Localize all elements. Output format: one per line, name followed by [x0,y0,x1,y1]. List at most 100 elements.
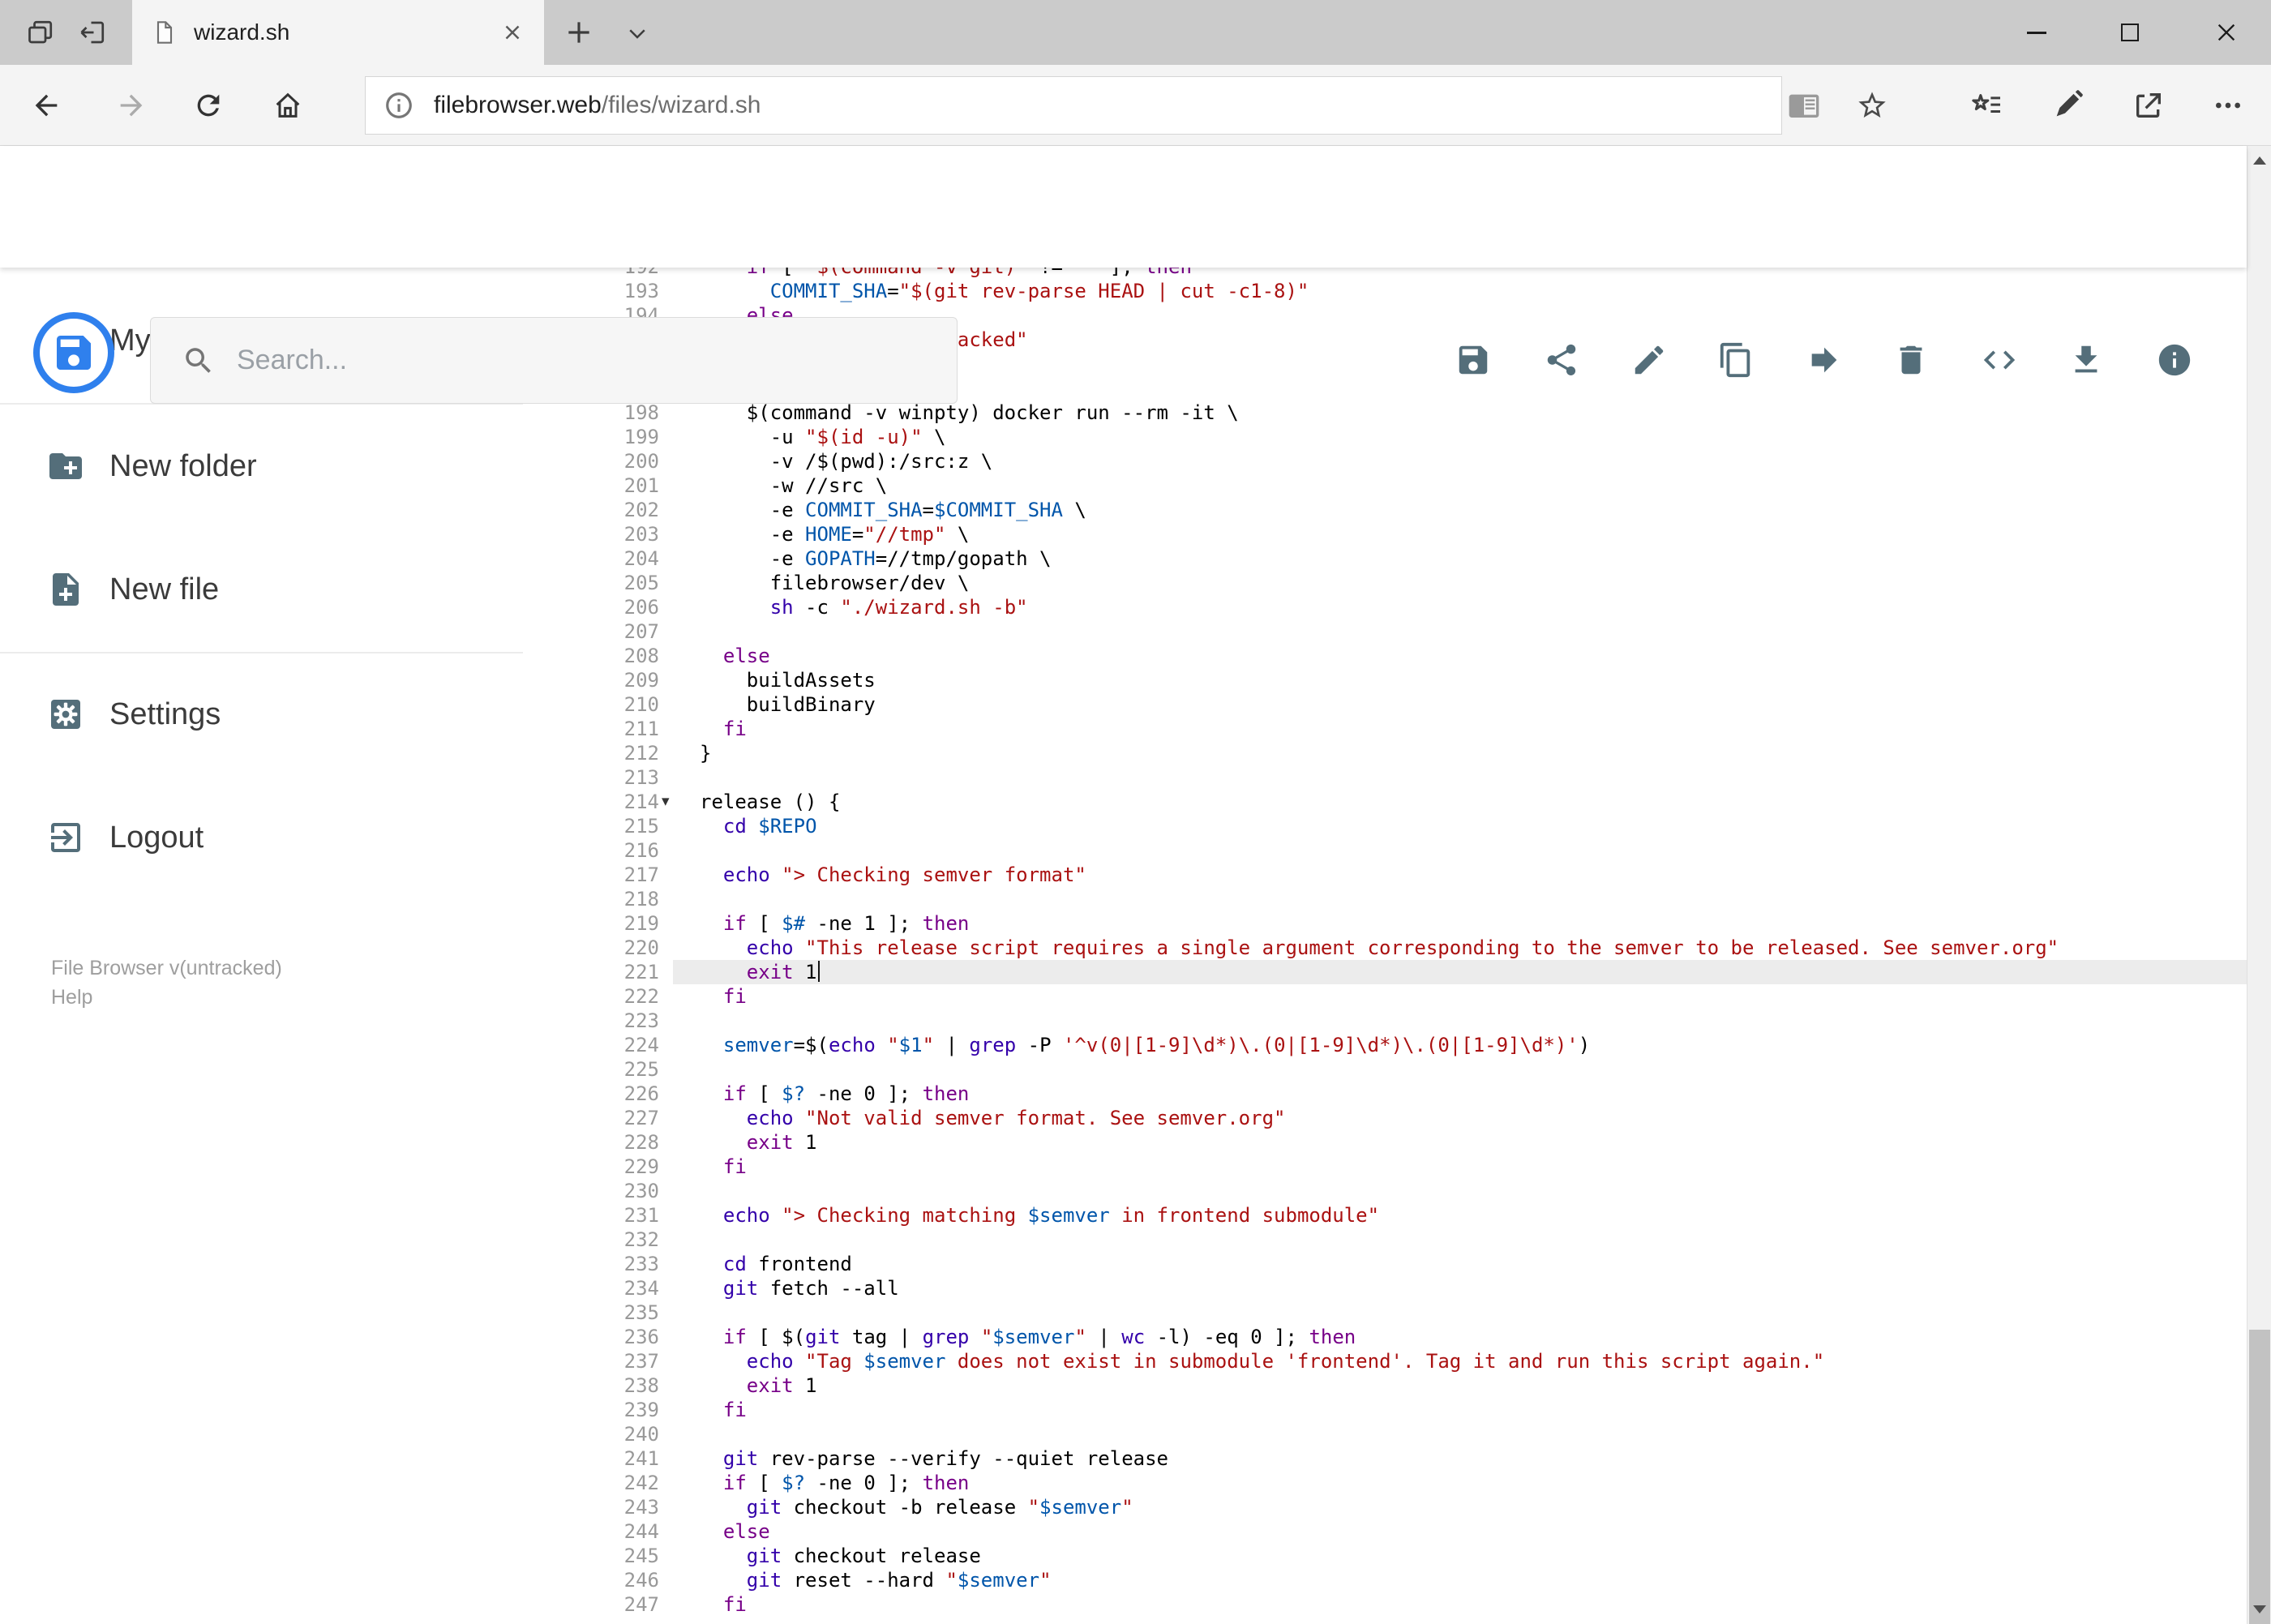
code-line-229[interactable]: 229 fi [523,1155,2247,1179]
code-line-222[interactable]: 222 fi [523,984,2247,1009]
code-line-241[interactable]: 241 git rev-parse --verify --quiet relea… [523,1446,2247,1471]
code-line-214[interactable]: 214 ▾ release () { [523,790,2247,814]
share-button[interactable] [1543,341,1580,379]
set-tabs-aside-icon[interactable] [78,18,107,47]
code-line-198[interactable]: 198 $(command -v winpty) docker run --rm… [523,401,2247,425]
code-line-205[interactable]: 205 filebrowser/dev \ [523,571,2247,595]
window-maximize-button[interactable] [2088,0,2172,65]
sidebar-item-new-folder[interactable]: New folder [0,426,523,507]
code-line-243[interactable]: 243 git checkout -b release "$semver" [523,1495,2247,1519]
code-line-221[interactable]: 221 exit 1 [523,960,2247,984]
reading-view-button[interactable] [1788,89,1820,122]
window-minimize-button[interactable] [1995,0,2079,65]
code-line-242[interactable]: 242 if [ $? -ne 0 ]; then [523,1471,2247,1495]
web-note-pen-button[interactable] [2051,89,2084,122]
home-button[interactable] [272,89,304,122]
code-line-239[interactable]: 239 fi [523,1398,2247,1422]
tabs-set-aside-list-icon[interactable] [26,18,55,47]
help-link[interactable]: Help [51,986,92,1009]
copy-button[interactable] [1717,341,1755,379]
code-line-225[interactable]: 225 [523,1057,2247,1082]
browser-tab[interactable]: wizard.sh [132,0,544,65]
code-line-206[interactable]: 206 sh -c "./wizard.sh -b" [523,595,2247,619]
code-line-234[interactable]: 234 git fetch --all [523,1276,2247,1300]
share-page-button[interactable] [2132,89,2165,122]
code-line-228[interactable]: 228 exit 1 [523,1130,2247,1155]
scroll-down-arrow[interactable] [2247,1595,2271,1624]
back-button[interactable] [30,89,62,122]
code-line-235[interactable]: 235 [523,1300,2247,1325]
address-bar[interactable]: filebrowser.web/files/wizard.sh [365,76,1782,135]
sidebar-item-settings[interactable]: Settings [0,674,523,755]
code-line-245[interactable]: 245 git checkout release [523,1544,2247,1568]
edit-button[interactable] [1630,341,1668,379]
code-line-244[interactable]: 244 else [523,1519,2247,1544]
line-number: 237 [623,1350,659,1373]
code-line-211[interactable]: 211 fi [523,717,2247,741]
forward-button[interactable] [115,89,148,122]
code-line-200[interactable]: 200 -v /$(pwd):/src:z \ [523,449,2247,473]
code-line-207[interactable]: 207 [523,619,2247,644]
search-input[interactable]: Search... [150,317,958,404]
search-icon [186,347,211,373]
save-button[interactable] [1455,341,1492,379]
more-actions-button[interactable] [2212,89,2244,122]
scroll-up-arrow[interactable] [2247,146,2271,175]
page-favicon-icon [156,21,173,44]
code-line-230[interactable]: 230 [523,1179,2247,1203]
code-line-212[interactable]: 212} [523,741,2247,765]
code-line-218[interactable]: 218 [523,887,2247,911]
code-line-204[interactable]: 204 -e GOPATH=//tmp/gopath \ [523,546,2247,571]
code-line-226[interactable]: 226 if [ $? -ne 0 ]; then [523,1082,2247,1106]
page-scrollbar[interactable] [2247,146,2271,1624]
code-line-215[interactable]: 215 cd $REPO [523,814,2247,838]
code-line-220[interactable]: 220 echo "This release script requires a… [523,936,2247,960]
site-info-icon[interactable] [383,90,414,121]
code-line-227[interactable]: 227 echo "Not valid semver format. See s… [523,1106,2247,1130]
code-line-192[interactable]: 192 if [ "$(command -v git)" != "" ]; th… [523,268,2247,279]
code-line-201[interactable]: 201 -w //src \ [523,473,2247,498]
source-code-button[interactable] [1981,341,2018,379]
download-button[interactable] [2067,341,2105,379]
code-line-193[interactable]: 193 COMMIT_SHA="$(git rev-parse HEAD | c… [523,279,2247,303]
code-line-236[interactable]: 236 if [ $(git tag | grep "$semver" | wc… [523,1325,2247,1349]
code-line-203[interactable]: 203 -e HOME="//tmp" \ [523,522,2247,546]
code-line-223[interactable]: 223 [523,1009,2247,1033]
sidebar-item-new-file[interactable]: New file [0,549,523,630]
window-close-button[interactable] [2184,0,2269,65]
refresh-button[interactable] [192,89,225,122]
new-tab-button[interactable] [563,17,594,48]
code-line-202[interactable]: 202 -e COMMIT_SHA=$COMMIT_SHA \ [523,498,2247,522]
code-line-217[interactable]: 217 echo "> Checking semver format" [523,863,2247,887]
code-line-231[interactable]: 231 echo "> Checking matching $semver in… [523,1203,2247,1228]
code-line-213[interactable]: 213 [523,765,2247,790]
hub-favorites-button[interactable] [1972,89,2004,122]
code-line-199[interactable]: 199 -u "$(id -u)" \ [523,425,2247,449]
code-line-247[interactable]: 247 fi [523,1592,2247,1617]
code-line-233[interactable]: 233 cd frontend [523,1252,2247,1276]
info-button[interactable] [2156,341,2193,379]
scrollbar-thumb[interactable] [2249,1330,2270,1624]
tab-preview-chevron-icon[interactable] [623,21,652,45]
code-line-210[interactable]: 210 buildBinary [523,692,2247,717]
code-line-209[interactable]: 209 buildAssets [523,668,2247,692]
fold-arrow-icon[interactable]: ▾ [662,789,670,813]
code-line-240[interactable]: 240 [523,1422,2247,1446]
favorite-star-button[interactable] [1856,89,1888,122]
code-line-208[interactable]: 208 else [523,644,2247,668]
code-line-219[interactable]: 219 if [ $# -ne 1 ]; then [523,911,2247,936]
code-line-216[interactable]: 216 [523,838,2247,863]
sidebar-item-logout[interactable]: Logout [0,797,523,878]
move-button[interactable] [1806,341,1843,379]
tab-close-icon[interactable] [500,20,525,45]
code-editor[interactable]: 192 if [ "$(command -v git)" != "" ]; th… [523,268,2247,1624]
code-line-238[interactable]: 238 exit 1 [523,1373,2247,1398]
code-line-232[interactable]: 232 [523,1228,2247,1252]
code-line-246[interactable]: 246 git reset --hard "$semver" [523,1568,2247,1592]
line-number: 207 [623,620,659,643]
code-text: if [ $# -ne 1 ]; then [722,912,970,935]
code-line-224[interactable]: 224 semver=$(echo "$1" | grep -P '^v(0|[… [523,1033,2247,1057]
delete-button[interactable] [1892,341,1930,379]
sidebar-divider [0,652,523,653]
code-line-237[interactable]: 237 echo "Tag $semver does not exist in … [523,1349,2247,1373]
